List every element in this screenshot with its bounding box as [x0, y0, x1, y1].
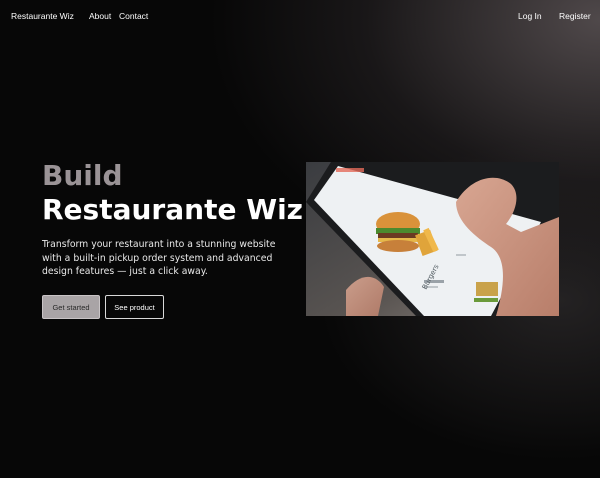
- phone-photo-illustration: Burgers: [306, 162, 559, 316]
- hero-title: Build Restaurante Wiz: [42, 159, 303, 227]
- hero-title-build: Build: [42, 159, 123, 192]
- hero-title-brand: Restaurante Wiz: [42, 193, 303, 226]
- see-product-button[interactable]: See product: [105, 295, 164, 319]
- get-started-button[interactable]: Get started: [42, 295, 100, 319]
- top-nav: Restaurante Wiz About Contact Log In Reg…: [0, 0, 600, 30]
- hero-phone-image: Burgers: [306, 162, 559, 316]
- brand-logo-text[interactable]: Restaurante Wiz: [11, 11, 74, 21]
- hero-subtitle: Transform your restaurant into a stunnin…: [42, 239, 276, 277]
- nav-link-about[interactable]: About: [89, 11, 111, 21]
- login-link[interactable]: Log In: [518, 11, 542, 21]
- nav-link-contact[interactable]: Contact: [119, 11, 148, 21]
- register-link[interactable]: Register: [559, 11, 591, 21]
